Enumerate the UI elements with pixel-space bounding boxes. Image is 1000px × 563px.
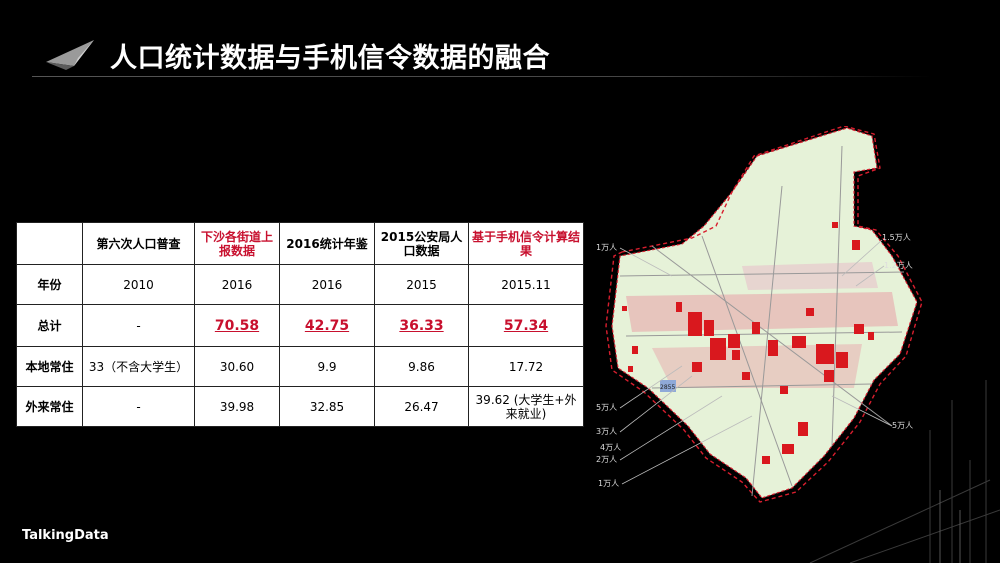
table-header-cell: 第六次人口普查 (82, 222, 195, 265)
row-label: 外来常住 (16, 386, 83, 427)
map-label: 5万人 (596, 403, 617, 412)
row-label: 总计 (16, 304, 83, 347)
map-label: 3万人 (596, 427, 617, 436)
table-cell: 36.33 (374, 304, 469, 347)
table-cell: 33（不含大学生） (82, 346, 195, 387)
table-cell: 39.62 (大学生+外来就业) (468, 386, 584, 427)
brand-logo-text: TalkingData (22, 528, 109, 543)
table-header-cell: 基于手机信令计算结果 (468, 222, 584, 265)
row-label: 年份 (16, 264, 83, 305)
table-cell: 2016 (194, 264, 280, 305)
table-cell: - (82, 386, 195, 427)
table-cell: 57.34 (468, 304, 584, 347)
table-cell: - (82, 304, 195, 347)
table-cell: 26.47 (374, 386, 469, 427)
table-cell: 9.86 (374, 346, 469, 387)
table-cell: 2010 (82, 264, 195, 305)
table-cell: 39.98 (194, 386, 280, 427)
map-label: 1.2万人 (884, 261, 913, 270)
table-cell: 9.9 (279, 346, 375, 387)
title-divider (32, 76, 932, 77)
map-label: 1.5万人 (882, 233, 911, 242)
table-cell: 2015.11 (468, 264, 584, 305)
map-label: 1万人 (598, 479, 619, 488)
table-cell: 42.75 (279, 304, 375, 347)
table-cell: 70.58 (194, 304, 280, 347)
map-label: 1万人 (596, 243, 617, 252)
table-header-cell: 下沙各街道上报数据 (194, 222, 280, 265)
page-title: 人口统计数据与手机信令数据的融合 (110, 43, 550, 74)
table-row: 本地常住 33（不含大学生） 30.60 9.9 9.86 17.72 (16, 346, 584, 387)
table-header-cell: 2015公安局人口数据 (374, 222, 469, 265)
table-cell: 2015 (374, 264, 469, 305)
map-label: 2万人 (596, 455, 617, 464)
table-cell: 32.85 (279, 386, 375, 427)
population-table: 第六次人口普查 下沙各街道上报数据 2016统计年鉴 2015公安局人口数据 基… (16, 222, 584, 427)
table-row: 年份 2010 2016 2016 2015 2015.11 (16, 264, 584, 305)
logo-mark-icon (46, 40, 94, 70)
table-header-cell: 2016统计年鉴 (279, 222, 375, 265)
map-label: 2855 (660, 384, 675, 391)
table-cell: 17.72 (468, 346, 584, 387)
table-row: 外来常住 - 39.98 32.85 26.47 39.62 (大学生+外来就业… (16, 386, 584, 427)
table-cell: 30.60 (194, 346, 280, 387)
decorative-lines (809, 380, 1000, 563)
table-header-row: 第六次人口普查 下沙各街道上报数据 2016统计年鉴 2015公安局人口数据 基… (16, 222, 584, 265)
table-cell: 2016 (279, 264, 375, 305)
row-label: 本地常住 (16, 346, 83, 387)
table-header-cell (16, 222, 83, 265)
table-row: 总计 - 70.58 42.75 36.33 57.34 (16, 304, 584, 347)
map-label: 4万人 (600, 443, 621, 452)
